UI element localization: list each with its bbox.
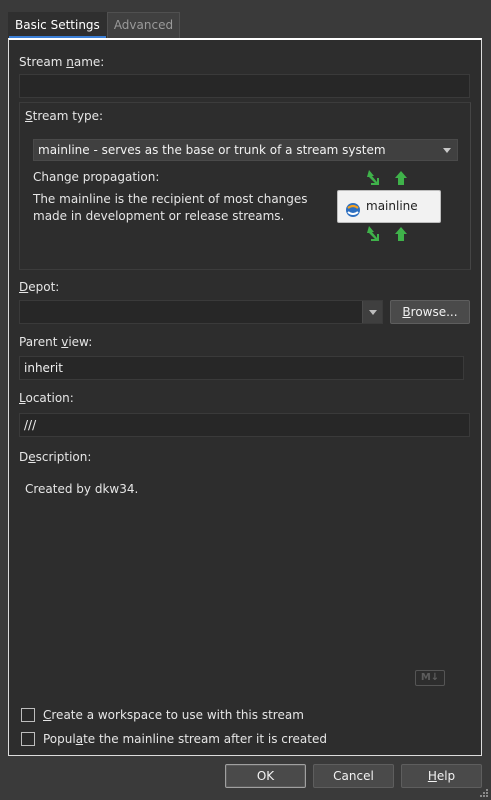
create-workspace-checkbox[interactable]: [21, 708, 35, 722]
parent-view-label: Parent view:: [19, 335, 93, 349]
description-textarea[interactable]: Created by dkw34.: [25, 482, 138, 496]
help-button[interactable]: Help: [401, 764, 482, 788]
stream-icon: [345, 199, 361, 230]
ok-button[interactable]: OK: [225, 764, 306, 788]
location-label: Location:: [19, 391, 74, 405]
stream-name-field[interactable]: [19, 74, 470, 98]
populate-stream-label: Populate the mainline stream after it is…: [43, 732, 327, 746]
change-propagation-label: Change propagation:: [33, 170, 160, 184]
stream-name-label: Stream name:: [19, 55, 105, 69]
stream-type-selected-value: mainline - serves as the base or trunk o…: [38, 143, 386, 157]
propagation-arrows-bottom-icon: [367, 226, 407, 241]
description-label: Description:: [19, 450, 92, 464]
create-workspace-label: Create a workspace to use with this stre…: [43, 708, 304, 722]
cancel-button[interactable]: Cancel: [313, 764, 394, 788]
populate-stream-checkbox-row[interactable]: Populate the mainline stream after it is…: [21, 730, 327, 748]
browse-button[interactable]: Browse...: [390, 300, 470, 324]
change-propagation-description: The mainline is the recipient of most ch…: [33, 192, 308, 223]
depot-label: Depot:: [19, 280, 60, 294]
mainline-stream-card: mainline: [337, 190, 441, 223]
create-workspace-checkbox-row[interactable]: Create a workspace to use with this stre…: [21, 706, 304, 724]
markdown-icon[interactable]: M↓: [415, 670, 445, 686]
stream-type-select[interactable]: mainline - serves as the base or trunk o…: [33, 139, 458, 161]
parent-view-field[interactable]: inherit: [19, 356, 464, 380]
location-field[interactable]: ///: [19, 413, 470, 437]
stream-type-label: Stream type:: [25, 109, 104, 123]
resize-grip-icon[interactable]: [479, 788, 489, 798]
tab-advanced[interactable]: Advanced: [106, 12, 181, 38]
tab-basic-settings[interactable]: Basic Settings: [8, 12, 107, 38]
chevron-down-icon[interactable]: [362, 301, 382, 323]
tab-bar: Basic Settings Advanced: [8, 12, 181, 38]
populate-stream-checkbox[interactable]: [21, 732, 35, 746]
stream-card-label: mainline: [366, 199, 418, 213]
basic-settings-panel: Stream name: Stream type: mainline - ser…: [8, 38, 482, 756]
propagation-arrows-top-icon: [367, 170, 407, 185]
chevron-down-icon: [443, 148, 451, 153]
depot-combobox[interactable]: [19, 300, 383, 324]
